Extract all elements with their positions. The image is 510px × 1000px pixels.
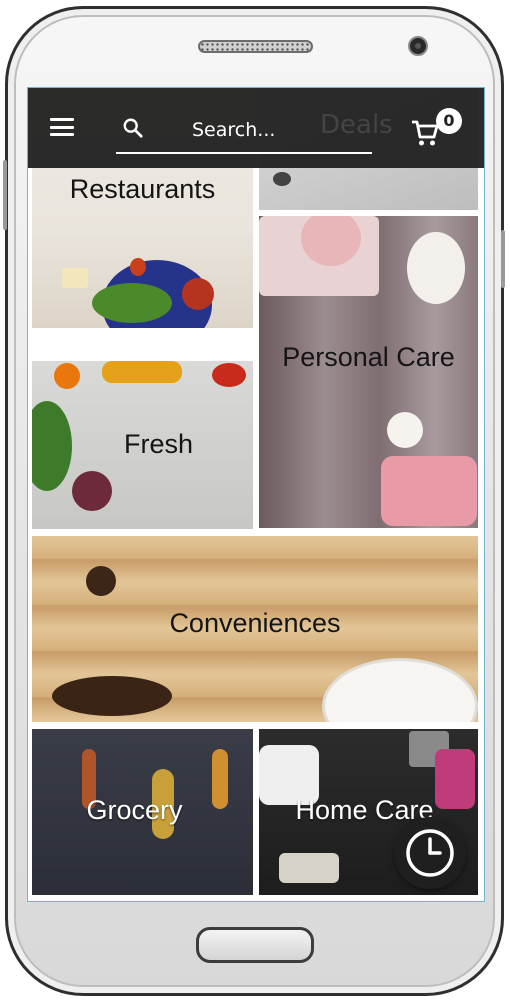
tomatoes-image	[212, 363, 246, 387]
cheese-image	[62, 268, 88, 288]
category-label: Conveniences	[169, 608, 341, 638]
category-conveniences[interactable]: Conveniences	[32, 536, 478, 722]
schedule-fab-button[interactable]	[394, 817, 466, 889]
menu-icon[interactable]	[50, 118, 74, 136]
deals-tile-label-behind: Deals	[320, 110, 393, 140]
category-personal-care[interactable]: Personal Care	[259, 216, 478, 528]
pepper-image	[130, 258, 146, 276]
grapes-image	[72, 471, 112, 511]
orange-image	[54, 363, 80, 389]
tomato-image	[182, 278, 214, 310]
top-bar: Deals 0	[28, 88, 484, 168]
cart-count-badge: 0	[436, 108, 462, 134]
front-camera	[408, 36, 428, 56]
clock-icon	[406, 829, 454, 877]
peppers-image	[102, 361, 182, 383]
category-label: Fresh	[123, 429, 194, 459]
soap-image	[381, 456, 477, 526]
brush-image	[279, 853, 339, 883]
home-button[interactable]	[196, 927, 314, 963]
speaker-grille	[198, 40, 313, 53]
category-grocery[interactable]: Grocery	[32, 729, 253, 895]
blossom-image	[387, 412, 423, 448]
category-label: Personal Care	[282, 342, 455, 372]
star-anise-image	[86, 566, 116, 596]
category-label: Restaurants	[69, 174, 216, 204]
coffee-cup-image	[322, 658, 478, 722]
salad-image	[92, 283, 172, 323]
pitcher-image	[407, 232, 465, 304]
app-screen: Deals 0 Restaurants Personal Care	[27, 87, 485, 902]
search-icon[interactable]	[122, 116, 144, 140]
category-label: Grocery	[86, 795, 183, 825]
category-fresh[interactable]: Fresh	[32, 361, 253, 529]
volume-button	[3, 160, 7, 230]
cart-button[interactable]: 0	[410, 108, 464, 152]
power-button	[501, 230, 505, 288]
flower-image	[273, 172, 291, 186]
coffee-beans-image	[52, 676, 172, 716]
